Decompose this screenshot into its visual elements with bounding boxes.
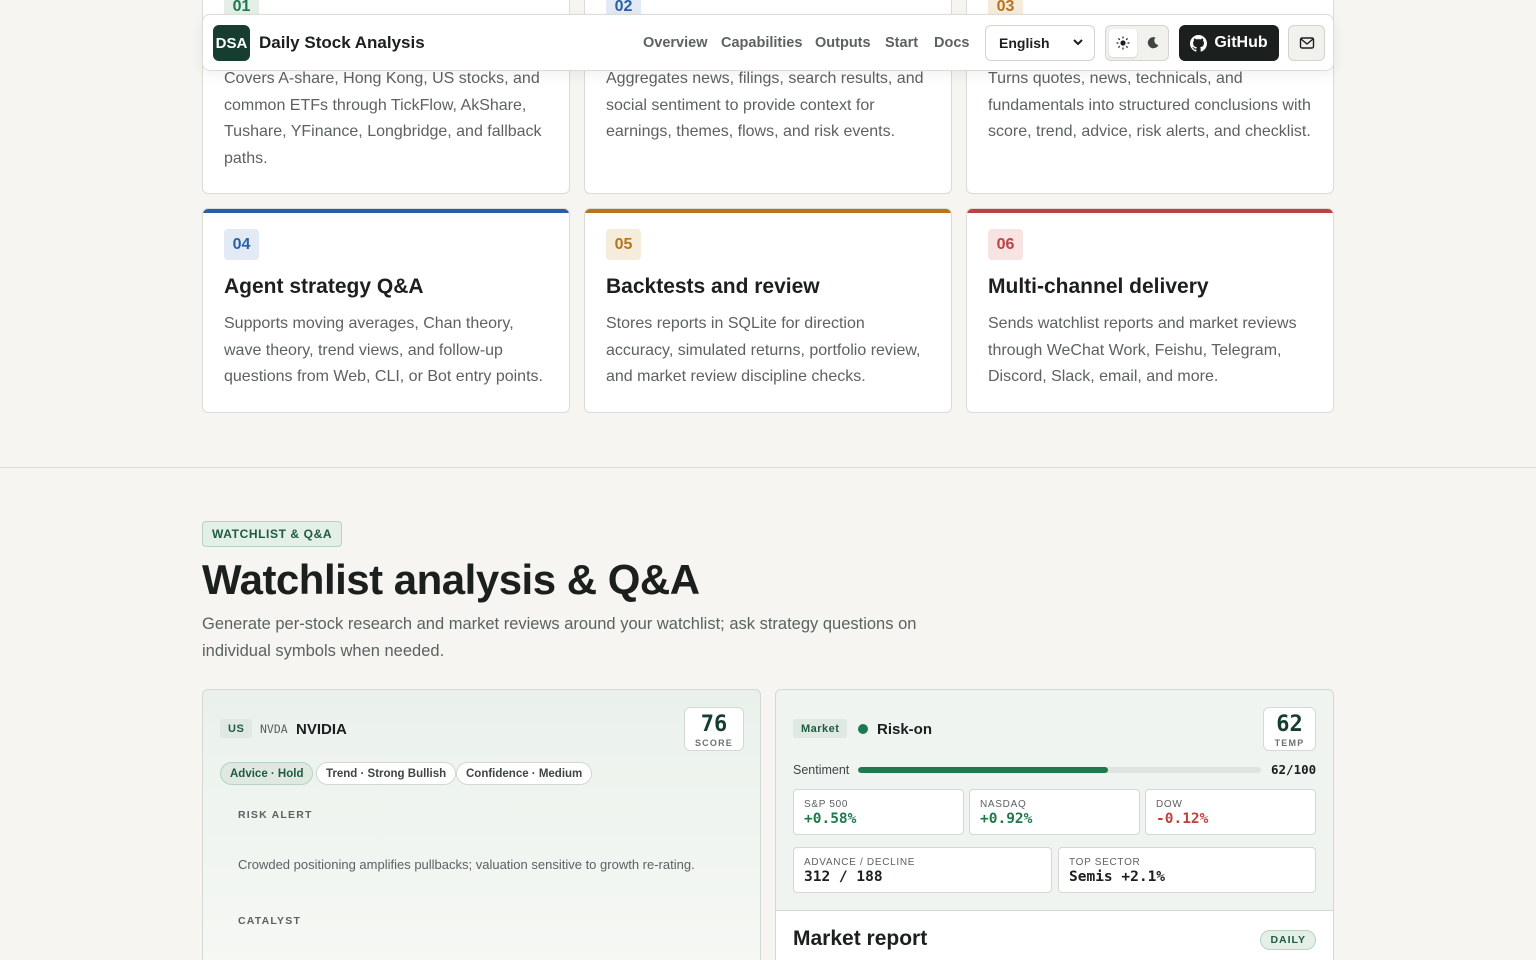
advance-decline-value: 312 / 188 <box>804 869 883 885</box>
nav-overview[interactable]: Overview <box>643 35 708 51</box>
index-nasdaq: NASDAQ +0.92% <box>969 789 1140 835</box>
index-sp500: S&P 500 +0.58% <box>793 789 964 835</box>
index-change: +0.92% <box>980 811 1033 827</box>
github-label: GitHub <box>1214 34 1268 51</box>
top-sector-label: TOP SECTOR <box>1069 857 1141 868</box>
market-report: Market report DAILY <box>776 910 1333 960</box>
section-title: Watchlist analysis & Q&A <box>202 556 700 603</box>
score-label: SCORE <box>694 738 733 748</box>
feature-card-04: 04 Agent strategy Q&A Supports moving av… <box>202 208 570 413</box>
section-divider <box>0 467 1536 468</box>
advance-decline-box: ADVANCE / DECLINE 312 / 188 <box>793 847 1052 893</box>
feature-description: Supports moving averages, Chan theory, w… <box>224 315 543 385</box>
risk-alert-text: Crowded positioning amplifies pullbacks;… <box>238 857 695 872</box>
index-name: DOW <box>1156 799 1183 810</box>
score-box: 76 SCORE <box>684 707 744 751</box>
catalyst-label: CATALYST <box>238 915 302 927</box>
top-sector-box: TOP SECTOR Semis +2.1% <box>1058 847 1316 893</box>
score-value: 76 <box>700 712 728 737</box>
feature-number: 05 <box>606 229 641 260</box>
logo[interactable]: DSA <box>213 25 250 61</box>
dark-mode-button[interactable] <box>1139 29 1167 57</box>
feature-description: Aggregates news, filings, search results… <box>606 70 924 140</box>
section-eyebrow: WATCHLIST & Q&A <box>202 521 343 547</box>
advice-chip: Advice · Hold <box>220 762 314 785</box>
market-label: Market <box>793 719 848 738</box>
advance-decline-label: ADVANCE / DECLINE <box>804 857 916 868</box>
feature-card-06: 06 Multi-channel delivery Sends watchlis… <box>966 208 1334 413</box>
theme-toggle[interactable] <box>1105 25 1169 61</box>
nav-start[interactable]: Start <box>885 35 918 51</box>
index-name: S&P 500 <box>804 799 849 810</box>
language-select[interactable]: English <box>985 25 1095 61</box>
index-dow: DOW -0.12% <box>1145 789 1316 835</box>
trend-chip: Trend · Strong Bullish <box>316 762 457 785</box>
sentiment-track <box>858 767 1261 773</box>
sun-icon <box>1116 36 1130 50</box>
top-sector-value: Semis +2.1% <box>1069 869 1166 885</box>
nav-outputs[interactable]: Outputs <box>815 35 871 51</box>
index-change: +0.58% <box>804 811 857 827</box>
nav-capabilities[interactable]: Capabilities <box>721 35 802 51</box>
temp-value: 62 <box>1276 712 1303 737</box>
risk-alert-label: RISK ALERT <box>238 809 313 821</box>
feature-number: 04 <box>224 229 259 260</box>
feature-description: Stores reports in SQLite for direction a… <box>606 315 921 385</box>
feature-title: Backtests and review <box>606 275 820 298</box>
daily-badge: DAILY <box>1260 930 1316 950</box>
moon-icon <box>1147 37 1159 49</box>
feature-title: Multi-channel delivery <box>988 275 1209 298</box>
ticker: NVDA <box>260 722 288 736</box>
status-dot <box>858 724 868 734</box>
github-button[interactable]: GitHub <box>1179 25 1279 61</box>
index-change: -0.12% <box>1156 811 1209 827</box>
feature-number: 06 <box>988 229 1023 260</box>
index-name: NASDAQ <box>980 799 1027 810</box>
top-header: DSA Daily Stock Analysis Overview Capabi… <box>202 14 1334 71</box>
feature-card-05: 05 Backtests and review Stores reports i… <box>584 208 952 413</box>
section-description: Generate per-stock research and market r… <box>202 615 917 660</box>
temp-label: TEMP <box>1274 738 1305 748</box>
sentiment-label: Sentiment <box>793 763 850 777</box>
market-report-title: Market report <box>793 927 928 950</box>
mail-icon <box>1299 37 1314 49</box>
stock-name: NVIDIA <box>296 721 347 738</box>
stock-analysis-card: US NVDA NVIDIA 76 SCORE RISK ALERT Crowd… <box>202 689 761 960</box>
feature-description: Sends watchlist reports and market revie… <box>988 315 1297 385</box>
temp-box: 62 TEMP <box>1263 707 1316 751</box>
contact-button[interactable] <box>1288 25 1325 61</box>
feature-description: Turns quotes, news, technicals, and fund… <box>988 70 1311 140</box>
github-icon <box>1190 34 1208 52</box>
light-mode-button[interactable] <box>1109 29 1137 57</box>
market-overview-card: Market Risk-on 62 TEMP Sentiment 62/100 … <box>775 689 1334 960</box>
market-tag: US <box>220 719 253 738</box>
nav-docs[interactable]: Docs <box>934 35 969 51</box>
confidence-chip: Confidence · Medium <box>456 762 593 785</box>
feature-description: Covers A-share, Hong Kong, US stocks, an… <box>224 70 542 167</box>
language-value: English <box>999 35 1050 51</box>
chevron-down-icon <box>1073 39 1083 46</box>
sentiment-value: 62/100 <box>1271 762 1317 777</box>
market-state: Risk-on <box>877 721 933 738</box>
sentiment-fill <box>858 767 1108 773</box>
brand-name[interactable]: Daily Stock Analysis <box>259 33 425 53</box>
feature-title: Agent strategy Q&A <box>224 275 424 298</box>
